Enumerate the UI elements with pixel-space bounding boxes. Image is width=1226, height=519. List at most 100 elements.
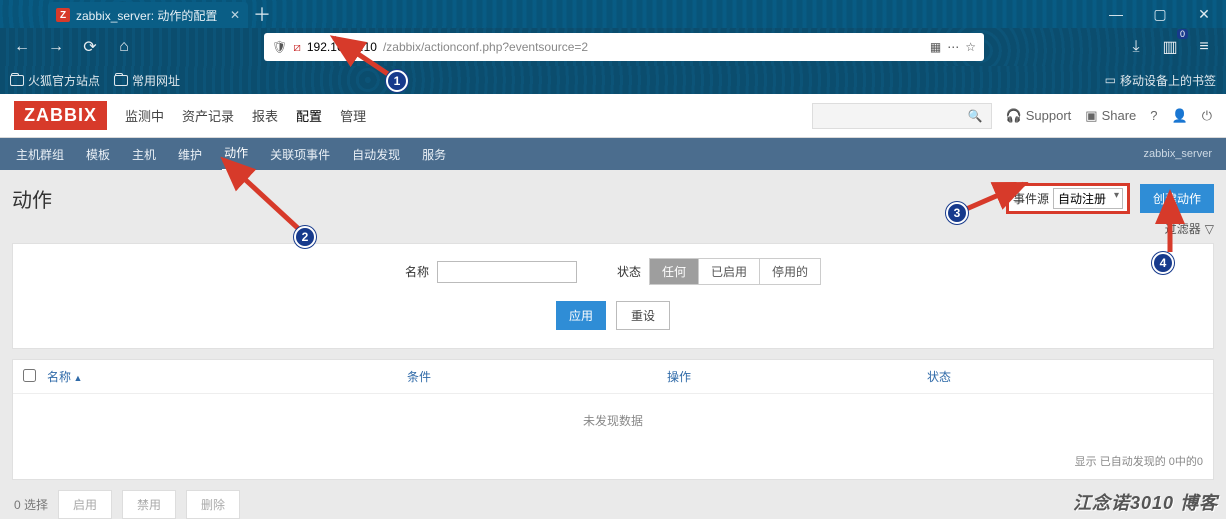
tab-close-icon[interactable]: ✕ [230, 8, 240, 22]
share-link[interactable]: ▣ Share [1085, 108, 1136, 124]
subnav-correlation[interactable]: 关联项事件 [268, 138, 332, 171]
bulk-disable-button[interactable]: 禁用 [122, 490, 176, 519]
table-empty-message: 未发现数据 [13, 394, 1213, 447]
headset-icon: 🎧 [1006, 108, 1022, 124]
mobile-bookmarks[interactable]: ▭ 移动设备上的书签 [1105, 72, 1216, 89]
col-operations[interactable]: 操作 [667, 368, 927, 385]
table-footer: 显示 已自动发现的 0中的0 [13, 447, 1213, 479]
share-icon: ▣ [1085, 108, 1097, 124]
filter-panel: 名称 状态 任何 已启用 停用的 应用 重设 [12, 243, 1214, 349]
browser-tab[interactable]: Z zabbix_server: 动作的配置 ✕ [48, 2, 248, 28]
share-label: Share [1102, 108, 1137, 123]
subnav-hosts[interactable]: 主机 [130, 138, 158, 171]
subnav-maintenance[interactable]: 维护 [176, 138, 204, 171]
logout-icon[interactable]: ⏻ [1202, 108, 1212, 124]
select-all-checkbox[interactable] [23, 369, 36, 382]
subnav-templates[interactable]: 模板 [84, 138, 112, 171]
tab-favicon: Z [56, 8, 70, 22]
window-close-icon[interactable]: ✕ [1182, 0, 1226, 28]
shield-icon: 🛡 [272, 40, 287, 54]
page-title: 动作 [12, 184, 52, 213]
url-bar[interactable]: 🛡 ⧄ 192.168.1.10/zabbix/actionconf.php?e… [264, 33, 984, 61]
top-nav: 监测中 资产记录 报表 配置 管理 [125, 106, 366, 125]
event-source-box: 事件源 自动注册 [1006, 183, 1130, 214]
nav-monitoring[interactable]: 监测中 [125, 106, 164, 125]
page-body: 动作 事件源 自动注册 创建动作 过滤器 ▽ 名称 状态 任何 已启用 停用的 [0, 170, 1226, 519]
url-path: /zabbix/actionconf.php?eventsource=2 [383, 40, 588, 54]
breadcrumb: zabbix_server [1144, 148, 1212, 160]
user-icon[interactable]: 👤 [1172, 108, 1188, 124]
status-any[interactable]: 任何 [650, 259, 699, 284]
bookmark-label: 火狐官方站点 [28, 72, 100, 89]
window-maximize-icon[interactable]: ▢ [1138, 0, 1182, 28]
bookmark-label: 常用网址 [132, 72, 180, 89]
bookmark-label: 移动设备上的书签 [1120, 72, 1216, 89]
filter-status-field: 状态 任何 已启用 停用的 [617, 258, 821, 285]
global-search[interactable]: 🔍 [812, 103, 992, 129]
bookmark-star-icon[interactable]: ☆ [965, 40, 976, 54]
filter-icon: ▽ [1205, 222, 1214, 236]
bulk-delete-button[interactable]: 删除 [186, 490, 240, 519]
filter-apply-button[interactable]: 应用 [556, 301, 606, 330]
mobile-icon: ▭ [1105, 73, 1116, 87]
nav-forward-icon[interactable]: → [42, 33, 70, 61]
bulk-selected-count: 0 选择 [14, 496, 48, 513]
menu-icon[interactable]: ≡ [1190, 33, 1218, 61]
filter-toggle-label: 过滤器 [1165, 220, 1201, 237]
filter-name-input[interactable] [437, 261, 577, 283]
bookmark-bar: 火狐官方站点 常用网址 ▭ 移动设备上的书签 [0, 66, 1226, 94]
nav-back-icon[interactable]: ← [8, 33, 36, 61]
nav-reload-icon[interactable]: ⟳ [76, 33, 104, 61]
watermark: 江念诺3010 博客 [1073, 489, 1218, 515]
bulk-enable-button[interactable]: 启用 [58, 490, 112, 519]
subnav-actions[interactable]: 动作 [222, 136, 250, 172]
nav-inventory[interactable]: 资产记录 [182, 106, 234, 125]
tab-title: zabbix_server: 动作的配置 [76, 7, 217, 24]
bookmark-folder-2[interactable]: 常用网址 [114, 72, 180, 89]
bookmark-folder-1[interactable]: 火狐官方站点 [10, 72, 100, 89]
nav-home-icon[interactable]: ⌂ [110, 33, 138, 61]
zabbix-header: ZABBIX 监测中 资产记录 报表 配置 管理 🔍 🎧 Support ▣ S… [0, 94, 1226, 138]
new-tab-button[interactable]: ＋ [250, 0, 274, 28]
zabbix-subnav: 主机群组 模板 主机 维护 动作 关联项事件 自动发现 服务 zabbix_se… [0, 138, 1226, 170]
filter-reset-button[interactable]: 重设 [616, 301, 670, 330]
subnav-services[interactable]: 服务 [420, 138, 448, 171]
downloads-icon[interactable]: ⤓ [1122, 33, 1150, 61]
filter-name-field: 名称 [405, 261, 577, 283]
help-icon[interactable]: ? [1150, 108, 1157, 123]
subnav-discovery[interactable]: 自动发现 [350, 138, 402, 171]
create-action-button[interactable]: 创建动作 [1140, 184, 1214, 213]
filter-toggle[interactable]: 过滤器 ▽ [12, 220, 1214, 237]
support-label: Support [1026, 108, 1072, 123]
lock-crossed-icon: ⧄ [293, 40, 301, 55]
qr-icon[interactable]: ▦ [930, 40, 941, 54]
page-titlebar: 动作 事件源 自动注册 创建动作 [12, 180, 1214, 216]
table-header: 名称 条件 操作 状态 [13, 360, 1213, 394]
nav-reports[interactable]: 报表 [252, 106, 278, 125]
window-titlebar: Z zabbix_server: 动作的配置 ✕ ＋ ― ▢ ✕ [0, 0, 1226, 28]
notif-badge: 0 [1177, 29, 1188, 39]
subnav-hostgroups[interactable]: 主机群组 [14, 138, 66, 171]
actions-table: 名称 条件 操作 状态 未发现数据 显示 已自动发现的 0中的0 [12, 359, 1214, 480]
col-status[interactable]: 状态 [927, 368, 1203, 385]
status-enabled[interactable]: 已启用 [699, 259, 760, 284]
event-source-select[interactable]: 自动注册 [1053, 188, 1123, 209]
nav-config[interactable]: 配置 [296, 106, 322, 125]
url-host: 192.168.1.10 [307, 40, 377, 54]
window-minimize-icon[interactable]: ― [1094, 0, 1138, 28]
filter-name-label: 名称 [405, 263, 429, 280]
browser-toolbar: ← → ⟳ ⌂ 🛡 ⧄ 192.168.1.10/zabbix/actionco… [0, 28, 1226, 66]
page-actions-icon[interactable]: ⋯ [947, 40, 959, 54]
nav-admin[interactable]: 管理 [340, 106, 366, 125]
support-link[interactable]: 🎧 Support [1006, 108, 1072, 124]
search-icon: 🔍 [968, 109, 983, 123]
filter-status-label: 状态 [617, 263, 641, 280]
library-icon[interactable]: ▥ 0 [1156, 33, 1184, 61]
folder-icon [10, 75, 24, 86]
status-disabled[interactable]: 停用的 [760, 259, 820, 284]
bulk-action-bar: 0 选择 启用 禁用 删除 [12, 480, 1214, 519]
zabbix-logo[interactable]: ZABBIX [14, 101, 107, 130]
col-name[interactable]: 名称 [47, 368, 407, 385]
folder-icon [114, 75, 128, 86]
col-conditions[interactable]: 条件 [407, 368, 667, 385]
